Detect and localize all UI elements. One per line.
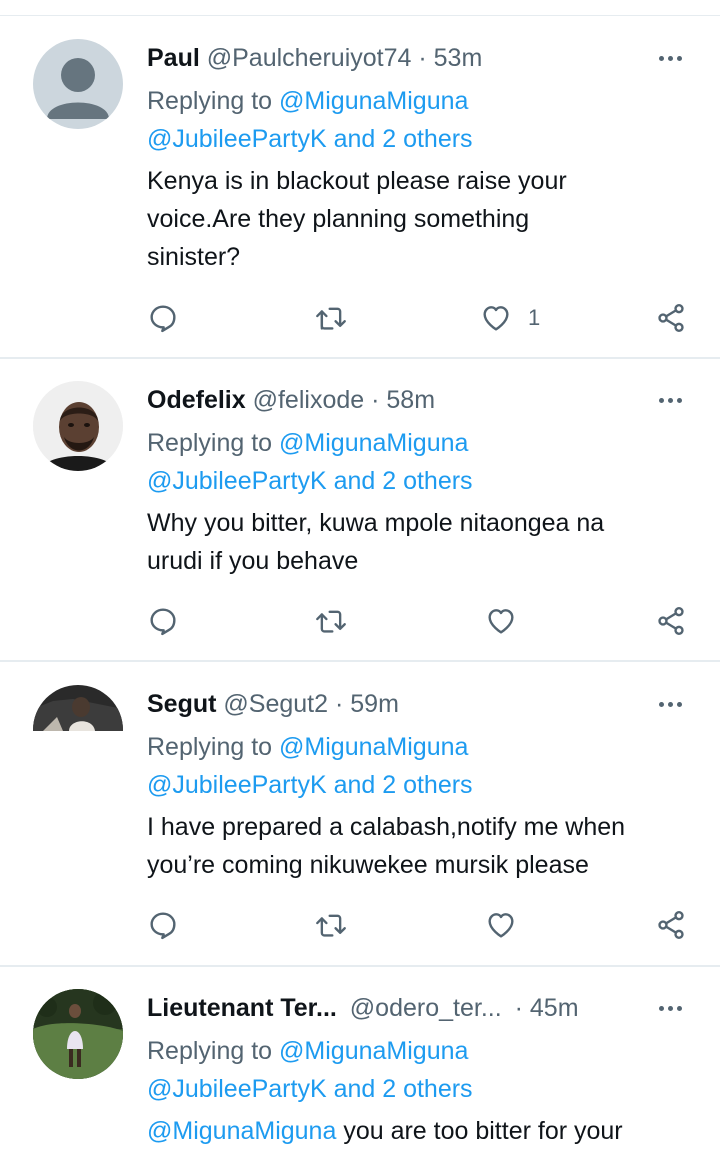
user-name[interactable]: Paul [147,44,200,72]
separator-dot: · [334,690,344,718]
tweet-text-line: you’re coming nikuwekee mursik please [147,851,589,879]
tweet-time[interactable]: 59m [350,690,399,718]
more-icon [658,55,664,61]
tweet-time[interactable]: 53m [434,44,483,72]
more-icon [658,1005,664,1011]
tweet-text: I have prepared a calabash,notify me whe… [147,808,692,884]
replying-others-link[interactable]: @JubileePartyK and 2 others [147,120,473,158]
retweet-icon [316,914,346,937]
avatar-lieutenant[interactable] [33,989,123,1079]
replying-prefix: Replying to [147,733,273,761]
replying-user-link[interactable]: @MigunaMiguna [279,429,468,457]
more-options-button[interactable] [655,43,685,73]
retweet-button[interactable] [314,302,348,334]
user-handle[interactable]: @odero_ter... [350,994,502,1022]
share-icon [658,607,684,635]
share-icon [658,304,684,332]
top-divider [0,15,720,16]
like-button[interactable]: 1 [480,302,540,334]
profile-photo-icon [33,989,123,1079]
replying-to: Replying to @MigunaMiguna [147,1032,468,1070]
more-icon [658,397,664,403]
reply-icon [150,912,176,940]
tweet-divider [0,660,720,662]
separator-dot: · [371,386,380,414]
default-avatar-icon [47,58,109,119]
mention-link[interactable]: @MigunaMiguna [147,1117,336,1145]
separator-dot: · [514,994,523,1022]
reply-button[interactable] [147,302,179,334]
retweet-icon [316,307,346,330]
reply-button[interactable] [147,605,179,637]
heart-icon [483,306,509,331]
reply-icon [150,305,176,333]
replying-to: Replying to @MigunaMiguna [147,82,468,120]
avatar-odefelix[interactable] [33,381,123,471]
heart-icon [488,913,514,938]
reply-icon [150,608,176,636]
share-button[interactable] [655,605,687,637]
profile-photo-icon [33,381,123,471]
share-button[interactable] [655,302,687,334]
avatar-default[interactable] [33,39,123,129]
user-handle[interactable]: @felixode [253,386,365,414]
replying-to: Replying to @MigunaMiguna [147,728,468,766]
replying-prefix: Replying to [147,87,273,115]
like-button[interactable] [485,909,517,941]
tweet-text-line: Kenya is in blackout please raise your [147,167,567,195]
share-button[interactable] [655,909,687,941]
tweet-header: Paul @Paulcheruiyot74 · 53m [147,42,482,74]
more-options-button[interactable] [655,689,685,719]
tweet-text: Why you bitter, kuwa mpole nitaongea na … [147,504,692,580]
tweet-text-line: sinister? [147,243,241,271]
tweet-header: Odefelix @felixode · 58m [147,384,435,416]
user-name[interactable]: Lieutenant Ter... [147,994,337,1022]
replying-prefix: Replying to [147,1037,273,1065]
user-name[interactable]: Segut [147,690,216,718]
user-handle[interactable]: @Segut2 [223,690,328,718]
tweet-text-line: I have prepared a calabash,notify me whe… [147,813,626,841]
avatar-segut[interactable] [33,685,123,775]
replying-to: Replying to @MigunaMiguna [147,424,468,462]
replying-others-link[interactable]: @JubileePartyK and 2 others [147,462,473,500]
tweet-text-rest: you are too bitter for your [336,1117,623,1145]
share-icon [658,911,684,939]
tweet-time[interactable]: 58m [386,386,435,414]
tweet-header: Lieutenant Ter... @odero_ter... · 45m [147,992,579,1024]
retweet-button[interactable] [314,909,348,941]
user-name[interactable]: Odefelix [147,386,246,414]
retweet-button[interactable] [314,605,348,637]
replying-others-link[interactable]: @JubileePartyK and 2 others [147,1070,473,1108]
more-icon [658,701,664,707]
tweet-text-line: urudi if you behave [147,547,359,575]
reply-button[interactable] [147,909,179,941]
tweet-header: Segut @Segut2 · 59m [147,688,399,720]
replying-others-link[interactable]: @JubileePartyK and 2 others [147,766,473,804]
tweet-time[interactable]: 45m [530,994,579,1022]
tweet-text-line: voice.Are they planning something [147,205,530,233]
replying-user-link[interactable]: @MigunaMiguna [279,733,468,761]
tweet-text-line: Why you bitter, kuwa mpole nitaongea na [147,509,605,537]
heart-icon [488,609,514,634]
replying-prefix: Replying to [147,429,273,457]
like-button[interactable] [485,605,517,637]
replying-user-link[interactable]: @MigunaMiguna [279,87,468,115]
profile-photo-icon [33,685,123,775]
more-options-button[interactable] [655,385,685,415]
more-options-button[interactable] [655,993,685,1023]
separator-dot: · [418,44,427,72]
replying-user-link[interactable]: @MigunaMiguna [279,1037,468,1065]
tweet-divider [0,357,720,359]
like-count: 1 [528,305,541,330]
tweet-text: Kenya is in blackout please raise your v… [147,162,692,276]
user-handle[interactable]: @Paulcheruiyot74 [207,44,412,72]
tweet-divider [0,965,720,967]
retweet-icon [316,610,346,633]
tweet-text: @MigunaMiguna you are too bitter for you… [147,1112,692,1150]
